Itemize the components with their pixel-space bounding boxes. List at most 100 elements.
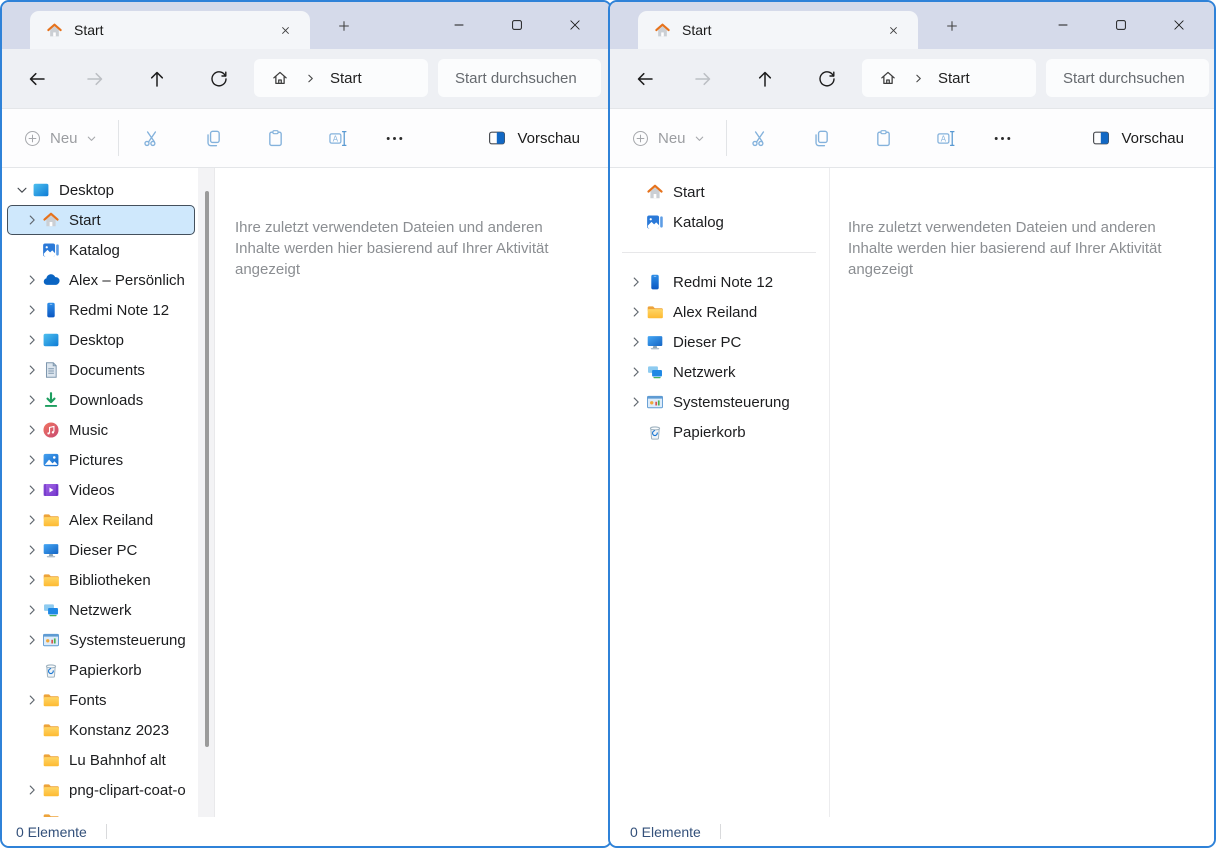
- chevron-down-icon[interactable]: [15, 183, 29, 197]
- paste-icon: [873, 128, 894, 149]
- tree-item-redmi-note-12[interactable]: Redmi Note 12: [615, 267, 825, 297]
- tree-item-systemsteuerung[interactable]: Systemsteuerung: [7, 625, 195, 655]
- scrollbar-thumb[interactable]: [205, 191, 209, 747]
- chevron-right-icon[interactable]: [629, 335, 643, 349]
- new-tab-button[interactable]: [330, 14, 358, 38]
- forward-button[interactable]: [82, 66, 108, 92]
- breadcrumb[interactable]: Start: [862, 59, 1036, 97]
- tree-item-netzwerk[interactable]: Netzwerk: [7, 595, 195, 625]
- chevron-right-icon[interactable]: [25, 303, 39, 317]
- tree-item-bibliotheken[interactable]: Bibliotheken: [7, 565, 195, 595]
- close-icon: [279, 24, 292, 37]
- chevron-right-icon[interactable]: [25, 333, 39, 347]
- chevron-right-icon[interactable]: [25, 393, 39, 407]
- rename-button[interactable]: A: [325, 126, 349, 150]
- tree-item-music[interactable]: Music: [7, 415, 195, 445]
- network-icon: [42, 601, 60, 619]
- refresh-button[interactable]: [814, 66, 840, 92]
- tab-title: Start: [74, 22, 104, 38]
- tree-item-konstanz-2023[interactable]: Konstanz 2023: [7, 715, 195, 745]
- preview-button[interactable]: Vorschau: [487, 122, 580, 154]
- chevron-right-icon[interactable]: [25, 633, 39, 647]
- chevron-placeholder: [629, 425, 643, 439]
- chevron-right-icon[interactable]: [25, 603, 39, 617]
- tab-start[interactable]: Start: [638, 11, 918, 49]
- see-more-button[interactable]: [382, 126, 406, 150]
- close-button[interactable]: [1150, 2, 1208, 48]
- tree-item-start[interactable]: Start: [7, 205, 195, 235]
- tree-item-documents[interactable]: Documents: [7, 355, 195, 385]
- forward-button[interactable]: [690, 66, 716, 92]
- see-more-button[interactable]: [990, 126, 1014, 150]
- tab-close-button[interactable]: [880, 19, 906, 41]
- refresh-button[interactable]: [206, 66, 232, 92]
- tab-start[interactable]: Start: [30, 11, 310, 49]
- chevron-right-icon[interactable]: [25, 573, 39, 587]
- chevron-right-icon[interactable]: [25, 693, 39, 707]
- tree-item-dieser-pc[interactable]: Dieser PC: [7, 535, 195, 565]
- new-button[interactable]: Neu: [632, 122, 705, 154]
- tree-item-start[interactable]: Start: [615, 177, 825, 207]
- minimize-button[interactable]: [1034, 2, 1092, 48]
- close-icon: [567, 17, 583, 33]
- back-button[interactable]: [24, 66, 50, 92]
- tree-item-alex-pers-nlich[interactable]: Alex – Persönlich: [7, 265, 195, 295]
- tree-item-pictures[interactable]: Pictures: [7, 445, 195, 475]
- search-input[interactable]: [453, 68, 601, 88]
- tree-item-redmi-note-12[interactable]: Redmi Note 12: [7, 295, 195, 325]
- tree-item-png-clipart-coat-o[interactable]: png-clipart-coat-o: [7, 775, 195, 805]
- chevron-right-icon[interactable]: [25, 213, 39, 227]
- chevron-right-icon[interactable]: [25, 453, 39, 467]
- chevron-right-icon[interactable]: [25, 363, 39, 377]
- refresh-icon: [817, 69, 837, 89]
- chevron-right-icon[interactable]: [25, 423, 39, 437]
- maximize-button[interactable]: [1092, 2, 1150, 48]
- tree-item-desktop[interactable]: Desktop: [7, 325, 195, 355]
- tab-close-button[interactable]: [272, 19, 298, 41]
- tree-item-alex-reiland[interactable]: Alex Reiland: [7, 505, 195, 535]
- tree-item-lu-bahnhof-alt[interactable]: Lu Bahnhof alt: [7, 745, 195, 775]
- tree-item-label: Dieser PC: [69, 541, 138, 559]
- tree-item-alex-reiland[interactable]: Alex Reiland: [615, 297, 825, 327]
- chevron-right-icon[interactable]: [25, 513, 39, 527]
- chevron-right-icon[interactable]: [629, 305, 643, 319]
- tree-item-dieser-pc[interactable]: Dieser PC: [615, 327, 825, 357]
- preview-button[interactable]: Vorschau: [1091, 122, 1184, 154]
- tree-item-systemsteuerung[interactable]: Systemsteuerung: [615, 387, 825, 417]
- chevron-right-icon[interactable]: [25, 273, 39, 287]
- up-button[interactable]: [144, 66, 170, 92]
- search-input[interactable]: [1061, 68, 1209, 88]
- cut-button[interactable]: [747, 126, 771, 150]
- tree-item-desktop[interactable]: Desktop: [7, 175, 195, 205]
- tree-item-katalog[interactable]: Katalog: [7, 235, 195, 265]
- cut-button[interactable]: [139, 126, 163, 150]
- tree-item-papierkorb[interactable]: Papierkorb: [7, 655, 195, 685]
- paste-button[interactable]: [871, 126, 895, 150]
- tree-item-papierkorb[interactable]: Papierkorb: [615, 417, 825, 447]
- tree-item-downloads[interactable]: Downloads: [7, 385, 195, 415]
- tree-item-videos[interactable]: Videos: [7, 475, 195, 505]
- sidebar-scrollbar[interactable]: [198, 168, 215, 817]
- new-button[interactable]: Neu: [24, 122, 97, 154]
- maximize-button[interactable]: [488, 2, 546, 48]
- breadcrumb[interactable]: Start: [254, 59, 428, 97]
- tree-item-fonts[interactable]: Fonts: [7, 685, 195, 715]
- back-button[interactable]: [632, 66, 658, 92]
- new-tab-button[interactable]: [938, 14, 966, 38]
- chevron-right-icon[interactable]: [25, 543, 39, 557]
- up-button[interactable]: [752, 66, 778, 92]
- close-button[interactable]: [546, 2, 604, 48]
- chevron-right-icon[interactable]: [629, 365, 643, 379]
- chevron-right-icon[interactable]: [25, 783, 39, 797]
- copy-button[interactable]: [201, 126, 225, 150]
- minimize-button[interactable]: [430, 2, 488, 48]
- chevron-right-icon[interactable]: [629, 275, 643, 289]
- tree-item-netzwerk[interactable]: Netzwerk: [615, 357, 825, 387]
- chevron-right-icon[interactable]: [629, 395, 643, 409]
- paste-button[interactable]: [263, 126, 287, 150]
- copy-button[interactable]: [809, 126, 833, 150]
- chevron-right-icon[interactable]: [25, 483, 39, 497]
- tree-item-katalog[interactable]: Katalog: [615, 207, 825, 237]
- tree-item-partial[interactable]: [7, 805, 195, 817]
- rename-button[interactable]: A: [933, 126, 957, 150]
